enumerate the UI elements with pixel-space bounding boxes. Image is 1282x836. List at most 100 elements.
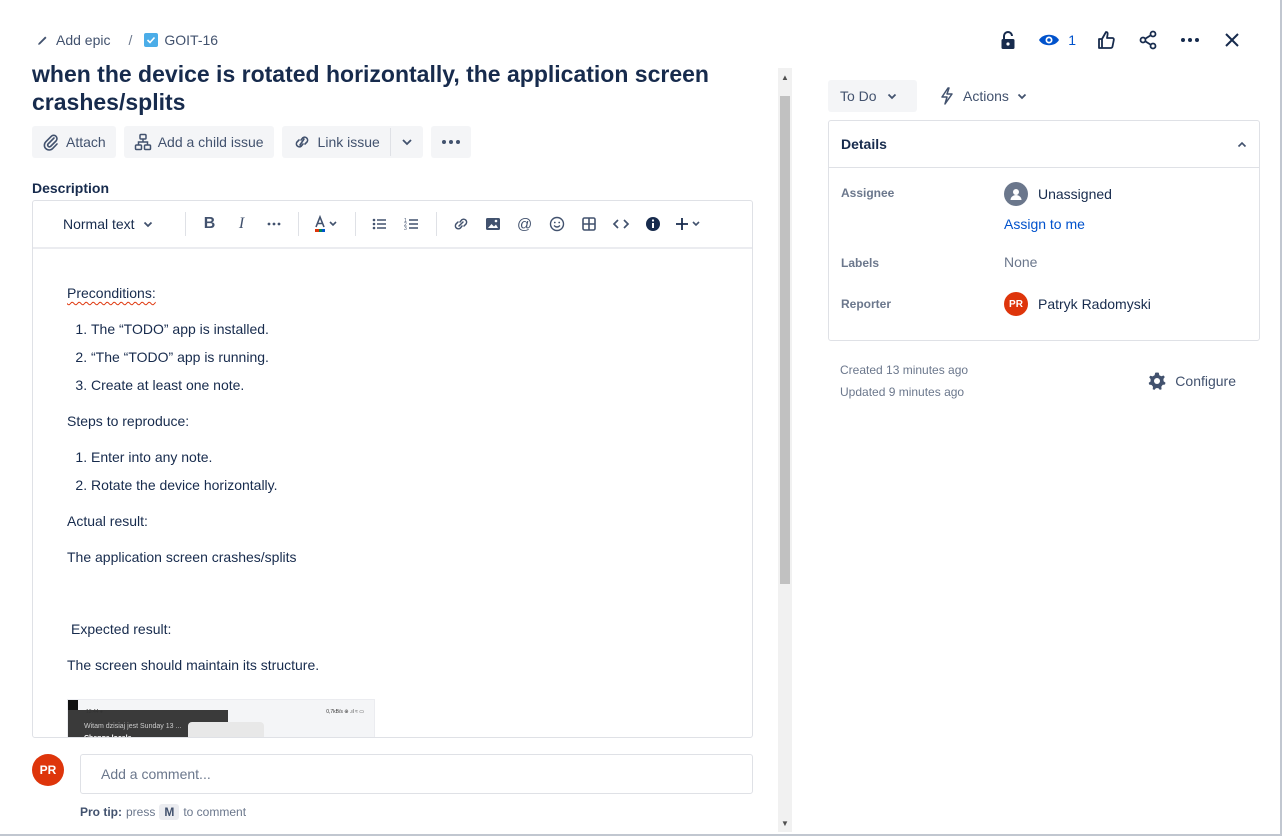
hierarchy-icon <box>134 133 151 151</box>
watch-button[interactable]: 1 <box>1038 32 1076 48</box>
reporter-avatar: PR <box>1004 292 1028 316</box>
numbered-list-icon[interactable]: 123 <box>396 210 428 238</box>
created-time: Created 13 minutes ago <box>840 363 969 377</box>
chevron-up-icon <box>1237 141 1247 147</box>
link-issue-label: Link issue <box>317 134 380 150</box>
description-editor[interactable]: Normal text B I 123 @ Preconditions: 1. … <box>32 200 753 738</box>
more-icon <box>441 140 460 144</box>
code-icon[interactable] <box>605 210 637 238</box>
attach-button[interactable]: Attach <box>32 126 116 158</box>
actual-heading: Actual result: <box>67 513 148 529</box>
comment-section: PR Add a comment... Pro tip: press M to … <box>32 754 754 820</box>
scrollbar[interactable]: ▲ ▼ <box>778 68 792 832</box>
toolbar-divider <box>297 212 299 236</box>
configure-label: Configure <box>1175 373 1236 389</box>
actual-text: The application screen crashes/splits <box>67 549 297 565</box>
reporter-row: Reporter PR Patryk Radomyski <box>829 292 1259 316</box>
labels-label: Labels <box>841 256 880 270</box>
bullet-list-icon[interactable] <box>364 210 396 238</box>
toolbar-divider <box>184 212 186 236</box>
like-icon[interactable] <box>1094 26 1118 54</box>
actions-dropdown[interactable]: Actions <box>929 80 1037 112</box>
insert-plus-icon[interactable] <box>669 210 709 238</box>
breadcrumb-separator: / <box>128 32 133 48</box>
pencil-icon <box>38 36 47 45</box>
assign-to-me-link[interactable]: Assign to me <box>1004 216 1112 232</box>
issue-toolbar: Attach Add a child issue Link issue <box>32 126 471 158</box>
precondition-item: The “TODO” app is installed. <box>91 319 718 339</box>
breadcrumb: Add epic / GOIT-16 <box>36 30 218 50</box>
scrollbar-thumb[interactable] <box>780 96 790 584</box>
issue-title[interactable]: when the device is rotated horizontally,… <box>32 60 732 116</box>
screenshot-attachment[interactable]: 13:44 ● 0,7kB/s ⊕ .ıl ≈ ▭ Witam dzisiaj … <box>67 699 375 737</box>
status-dropdown[interactable]: To Do <box>828 80 917 112</box>
add-epic-link[interactable]: Add epic <box>36 32 110 48</box>
issue-modal: Add epic / GOIT-16 1 when the device is … <box>0 0 1282 836</box>
emoji-icon[interactable] <box>541 210 573 238</box>
share-icon[interactable] <box>1136 26 1160 54</box>
assignee-field[interactable]: Unassigned <box>1004 182 1112 206</box>
description-content[interactable]: Preconditions: The “TODO” app is install… <box>33 249 752 737</box>
close-icon[interactable] <box>1220 26 1244 54</box>
reporter-field[interactable]: PR Patryk Radomyski <box>1004 292 1151 316</box>
details-title: Details <box>841 136 887 152</box>
step-item: Rotate the device horizontally. <box>91 475 718 495</box>
chevron-down-icon <box>887 93 896 99</box>
configure-button[interactable]: Configure <box>1147 359 1236 403</box>
link-issue-dropdown[interactable] <box>391 126 423 158</box>
details-header[interactable]: Details <box>829 121 1259 168</box>
add-child-label: Add a child issue <box>157 134 264 150</box>
italic-icon[interactable]: I <box>226 210 258 238</box>
header-actions: 1 <box>996 26 1244 54</box>
chevron-down-icon <box>1017 93 1027 99</box>
table-icon[interactable] <box>573 210 605 238</box>
screenshot-line2: Change locale <box>84 729 131 737</box>
info-panel-icon[interactable] <box>637 210 669 238</box>
expected-heading: Expected result: <box>71 621 172 637</box>
assignee-label: Assignee <box>841 186 895 200</box>
reporter-label: Reporter <box>841 297 892 311</box>
issue-key: GOIT-16 <box>164 32 219 48</box>
link-issue-group: Link issue <box>281 126 423 158</box>
more-formatting-icon[interactable] <box>258 210 290 238</box>
reporter-name: Patryk Radomyski <box>1038 296 1151 312</box>
mention-icon[interactable]: @ <box>509 210 541 238</box>
issue-key-link[interactable]: GOIT-16 <box>144 32 218 48</box>
updated-time: Updated 9 minutes ago <box>840 385 965 399</box>
comment-input[interactable]: Add a comment... <box>80 754 753 794</box>
labels-value[interactable]: None <box>1004 254 1037 270</box>
description-label: Description <box>32 180 110 196</box>
image-icon[interactable] <box>477 210 509 238</box>
attach-label: Attach <box>66 134 106 150</box>
preconditions-heading: Preconditions: <box>67 285 156 301</box>
scroll-down-icon[interactable]: ▼ <box>778 816 792 830</box>
toolbar-divider <box>435 212 437 236</box>
expected-text: The screen should maintain its structure… <box>67 657 320 673</box>
protip-press: press <box>126 805 156 819</box>
bold-icon[interactable]: B <box>194 210 226 238</box>
steps-heading: Steps to reproduce: <box>67 413 190 429</box>
protip-prefix: Pro tip: <box>80 805 122 819</box>
link-issue-button[interactable]: Link issue <box>282 126 390 158</box>
link-icon <box>295 136 308 148</box>
lock-icon[interactable] <box>996 26 1020 54</box>
status-value: To Do <box>840 88 877 104</box>
gear-icon <box>1148 372 1166 390</box>
text-style-value: Normal text <box>63 216 135 232</box>
actions-label: Actions <box>963 88 1009 104</box>
eye-icon <box>1039 34 1060 46</box>
more-actions-button[interactable] <box>430 126 471 158</box>
paperclip-icon <box>43 134 58 151</box>
more-icon[interactable] <box>1178 26 1202 54</box>
add-epic-label: Add epic <box>56 32 111 48</box>
svg-text:3: 3 <box>404 226 407 231</box>
text-style-select[interactable]: Normal text <box>63 216 153 232</box>
link-icon[interactable] <box>445 210 477 238</box>
precondition-item: “The “TODO” app is running. <box>91 347 718 367</box>
user-icon <box>1004 182 1028 206</box>
watch-count: 1 <box>1068 32 1076 48</box>
precondition-item: Create at least one note. <box>91 375 718 395</box>
text-color-icon[interactable] <box>307 210 347 238</box>
add-child-issue-button[interactable]: Add a child issue <box>123 126 274 158</box>
scroll-up-icon[interactable]: ▲ <box>778 70 792 84</box>
